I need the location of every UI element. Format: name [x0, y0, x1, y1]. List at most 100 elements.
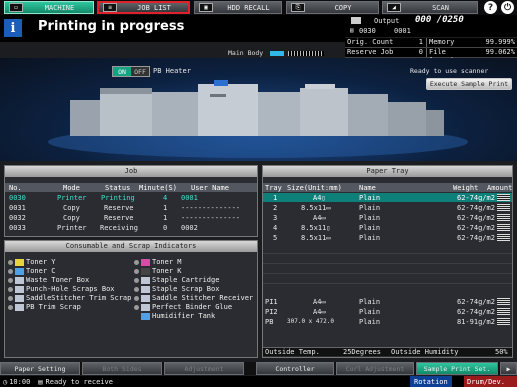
tab-scan[interactable]: ◢ SCAN [382, 1, 478, 14]
status-dot-icon [8, 259, 13, 265]
paper-amount-icon [497, 318, 510, 325]
job-table-header: No. Mode Status Minute(S) User Name [5, 183, 257, 192]
main-body-indicator: Main Body [228, 49, 325, 57]
output-panel: Output 000 /0250 ▤ 0030 0001 [345, 15, 517, 37]
file-amount-value: 99.062% [485, 48, 515, 56]
counter-row: Reserve Job 0 File Amount 99.062% [345, 48, 517, 64]
output-tray-icon [351, 17, 361, 24]
humidifier-icon [141, 312, 150, 320]
drum-dev-indicator: Drum/Dev. [464, 376, 517, 387]
heater-off-button[interactable]: OFF [131, 67, 149, 76]
tab-copy[interactable]: ⎘ COPY [286, 1, 379, 14]
divider [263, 283, 512, 284]
list-item: Punch-Hole Scraps Box [8, 285, 115, 293]
staple-icon [141, 285, 150, 293]
power-icon: ⏻ [503, 2, 512, 13]
top-tab-bar: ▭ MACHINE ≡ JOB LIST ▣ HDD RECALL ⎘ COPY… [0, 0, 517, 15]
status-dot-icon [8, 286, 13, 292]
status-dot-icon [8, 268, 13, 274]
table-row[interactable]: 4 8.5x11▯ Plain 62-74g/m2 [263, 223, 512, 232]
both-sides-button[interactable]: Both Sides [82, 362, 162, 375]
heater-on-button[interactable]: ON [113, 67, 131, 76]
toner-icon [141, 258, 150, 266]
status-dot-icon [134, 295, 139, 301]
tab-job-list[interactable]: ≡ JOB LIST [97, 1, 190, 14]
list-item: SaddleStitcher Trim Scrap [8, 294, 131, 302]
paper-setting-button[interactable]: Paper Setting [0, 362, 80, 375]
orig-count-label: Orig. Count [347, 38, 394, 46]
memory-value: 99.999% [485, 38, 515, 46]
tab-machine[interactable]: ▭ MACHINE [4, 1, 94, 14]
main-body-bar-icon [270, 50, 285, 56]
list-item: Staple Scrap Box [134, 285, 219, 293]
next-page-button[interactable]: ▶ [500, 362, 517, 375]
table-row[interactable]: 3 A4▭ Plain 62-74g/m2 [263, 213, 512, 222]
list-item: Toner K [134, 267, 182, 275]
table-row[interactable]: PI2 A4▭ Plain 62-74g/m2 [263, 307, 512, 316]
file-amount-label: File Amount [429, 48, 454, 64]
paper-amount-icon [497, 194, 510, 201]
staple-icon [141, 276, 150, 284]
status-dot-icon [8, 304, 13, 310]
main-body-gauge [288, 50, 325, 56]
trim-icon [15, 303, 24, 311]
status-dot-icon [134, 268, 139, 274]
reserve-job-value: 0 [401, 48, 427, 57]
printer-icon: ▤ [350, 27, 354, 34]
help-button[interactable]: ? [484, 1, 497, 14]
toner-icon [141, 267, 150, 275]
glue-icon [141, 303, 150, 311]
table-row[interactable]: PB 307.0 x 472.0 Plain 81-91g/m2 [263, 317, 512, 326]
table-row[interactable]: 0031 Copy Reserve 1 -------------- [5, 203, 257, 212]
list-item: Perfect Binder Glue [134, 303, 232, 311]
toner-icon [15, 267, 24, 275]
table-row[interactable]: 5 8.5x11▭ Plain 62-74g/m2 [263, 233, 512, 242]
adjustment-button[interactable]: Adjustment [164, 362, 244, 375]
memory-label: Memory [429, 38, 455, 46]
orig-count-value: 1 [401, 38, 427, 47]
counters-panel: Orig. Count 1 Memory 99.999% Reserve Job… [345, 38, 517, 64]
table-row[interactable]: 1 A4▯ Plain 62-74g/m2 [263, 193, 512, 202]
counter-row: Orig. Count 1 Memory 99.999% [345, 38, 517, 48]
list-item: Staple Cartridge [134, 276, 219, 284]
power-button[interactable]: ⏻ [501, 1, 514, 14]
status-time: 10:00 [9, 377, 31, 386]
table-row[interactable]: 0032 Copy Reserve 1 -------------- [5, 213, 257, 222]
list-icon: ≡ [103, 3, 117, 12]
output-job-number: 0030 [359, 27, 376, 35]
curl-adjustment-button[interactable]: Curl Adjustment [336, 362, 414, 375]
bottom-tab-bar: Paper Setting Both Sides Adjustment Cont… [0, 362, 517, 375]
paper-amount-icon [497, 224, 510, 231]
pb-heater-toggle[interactable]: ON OFF [112, 66, 150, 77]
status-message: Ready to receive [45, 377, 113, 386]
divider [263, 273, 512, 274]
tab-hdd-recall[interactable]: ▣ HDD RECALL [194, 1, 282, 14]
execute-sample-print-button[interactable]: Execute Sample Print [426, 78, 512, 90]
list-item: PB Trim Scrap [8, 303, 81, 311]
environment-row: Outside Temp. 25Degrees Outside Humidity… [263, 347, 512, 356]
divider [263, 263, 512, 264]
controller-button[interactable]: Controller [256, 362, 334, 375]
sample-print-set-button[interactable]: Sample Print Set. [416, 362, 498, 375]
table-row[interactable]: 0033 Printer Receiving 0 0002 [5, 223, 257, 232]
tray-table-header: Tray Size(Unit:mm) Name Weight Amount [263, 183, 513, 192]
pb-heater-label: PB Heater [153, 67, 191, 75]
list-item: Saddle Stitcher Receiver [134, 294, 253, 302]
table-row[interactable]: 0030 Printer Printing 4 0001 [5, 193, 257, 202]
status-dot-icon [8, 295, 13, 301]
paper-amount-icon [497, 308, 510, 315]
status-dot-icon [134, 304, 139, 310]
paper-tray-panel: Paper Tray Tray Size(Unit:mm) Name Weigh… [262, 165, 513, 358]
status-dot-icon [134, 286, 139, 292]
clock-icon: ◷ [3, 377, 8, 386]
trim-icon [15, 294, 24, 302]
paper-tray-title: Paper Tray [263, 166, 512, 177]
reserve-job-label: Reserve Job [347, 48, 394, 56]
status-dot-icon [134, 259, 139, 265]
rotation-indicator: Rotation [410, 376, 452, 387]
table-row[interactable]: PI1 A4▭ Plain 62-74g/m2 [263, 297, 512, 306]
hdd-icon: ▣ [199, 3, 213, 12]
info-icon: i [4, 19, 22, 37]
scanner-status: Ready to use scanner [410, 67, 489, 75]
table-row[interactable]: 2 8.5x11▭ Plain 62-74g/m2 [263, 203, 512, 212]
